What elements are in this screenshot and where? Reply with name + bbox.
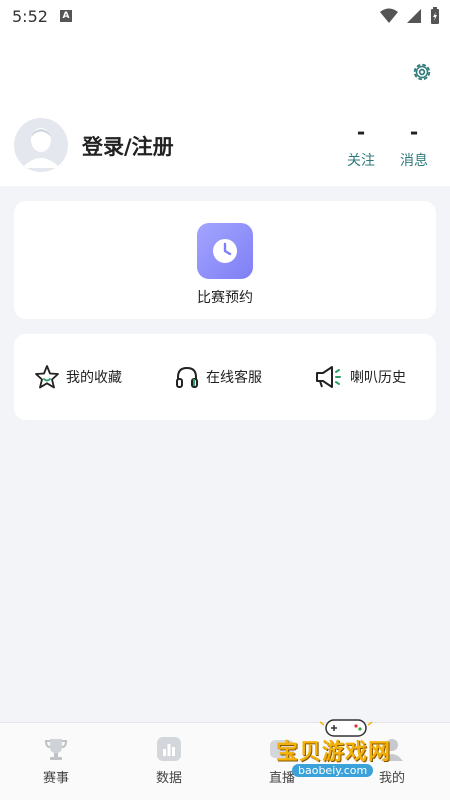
chart-icon-wrap [155, 735, 183, 763]
follow-stat[interactable]: - 关注 [337, 120, 385, 170]
watermark-url: baobeiy.com [292, 764, 374, 777]
clock-icon [213, 239, 237, 263]
nav-label-matches: 赛事 [42, 771, 69, 786]
nav-tab-data[interactable]: 数据 [139, 735, 199, 786]
chart-icon [157, 737, 181, 761]
watermark-logo: 宝贝游戏网 baobeiy.com [272, 716, 422, 786]
signal-icon [407, 9, 421, 23]
follow-count: - [356, 120, 366, 144]
favorites-label: 我的收藏 [66, 370, 122, 386]
gear-icon [413, 63, 431, 81]
status-bar: 5:52 A [0, 0, 450, 32]
megaphone-history-label: 喇叭历史 [350, 370, 406, 386]
battery-icon [431, 7, 439, 24]
favorites-item[interactable]: 我的收藏 [34, 364, 122, 390]
customer-service-label: 在线客服 [206, 370, 262, 386]
customer-service-item[interactable]: 在线客服 [174, 364, 262, 390]
avatar[interactable] [14, 118, 68, 172]
star-icon [35, 365, 59, 389]
nav-label-data: 数据 [155, 771, 182, 786]
headset-icon [176, 366, 198, 388]
megaphone-history-item[interactable]: 喇叭历史 [314, 364, 406, 390]
wifi-icon [380, 8, 398, 23]
watermark-text: 宝贝游戏网 [276, 740, 392, 765]
follow-label: 关注 [347, 153, 375, 169]
trophy-icon [44, 739, 68, 760]
message-label: 消息 [400, 153, 428, 169]
settings-button[interactable] [410, 60, 434, 84]
app-badge: A [59, 10, 72, 22]
content-area: 比赛预约 我的收藏 在线客服 喇叭历史 [0, 186, 450, 722]
megaphone-icon [316, 366, 341, 388]
trophy-icon-wrap [42, 735, 70, 763]
message-count: - [409, 120, 419, 144]
match-reservation-button[interactable] [197, 223, 253, 279]
login-register-link[interactable]: 登录/注册 [82, 131, 174, 161]
tools-card: 我的收藏 在线客服 喇叭历史 [14, 334, 436, 420]
profile-header: 登录/注册 - 关注 - 消息 [14, 118, 436, 174]
match-reservation-card: 比赛预约 [14, 201, 436, 319]
match-reservation-label[interactable]: 比赛预约 [14, 287, 436, 307]
default-avatar-icon [14, 118, 68, 172]
status-time: 5:52 [12, 6, 48, 26]
message-stat[interactable]: - 消息 [390, 120, 438, 170]
status-icons [380, 7, 440, 25]
nav-tab-matches[interactable]: 赛事 [26, 735, 86, 786]
